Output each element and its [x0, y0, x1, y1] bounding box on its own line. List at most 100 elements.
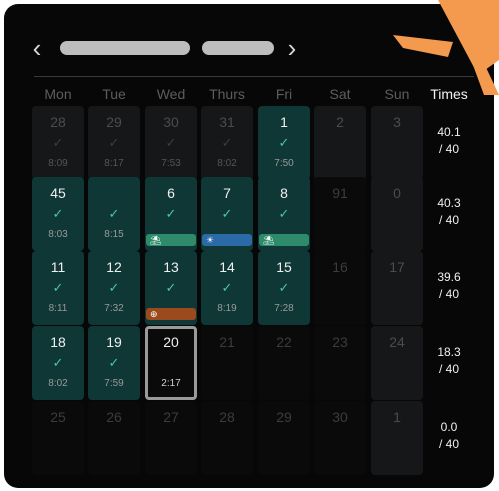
check-icon: ✓ — [221, 135, 233, 150]
day-cell[interactable]: 28 — [201, 401, 253, 475]
day-cell[interactable]: 30 ✓ 7:53 — [145, 106, 197, 180]
day-cell[interactable]: 25 — [32, 401, 84, 475]
worked-time: 8:19 — [217, 303, 237, 314]
worked-time: 7:59 — [104, 378, 124, 389]
day-cell[interactable]: 15 ✓ 7:28 — [258, 251, 310, 325]
day-cell[interactable]: 13 ✓ ⊕ — [145, 251, 197, 325]
day-cell[interactable]: 31 ✓ 8:02 — [201, 106, 253, 180]
day-number: 8 — [280, 185, 288, 201]
day-cell[interactable]: 21 — [201, 326, 253, 400]
day-cell[interactable]: ✓ 8:15 — [88, 177, 140, 251]
week-total: 18.3/ 40 — [437, 345, 461, 376]
day-number: 3 — [393, 114, 401, 130]
day-cell[interactable]: 22 — [258, 326, 310, 400]
check-icon: ✓ — [165, 135, 177, 150]
day-number: 25 — [50, 409, 66, 425]
day-cell[interactable]: 6 ✓ ⛱ — [145, 177, 197, 251]
check-icon: ✓ — [278, 280, 290, 295]
beach-umbrella-icon[interactable]: ⛱ — [146, 234, 196, 246]
day-number: 22 — [276, 334, 292, 350]
day-number: 28 — [50, 114, 66, 130]
day-number: 23 — [332, 334, 348, 350]
worked-time: 7:32 — [104, 303, 124, 314]
day-cell[interactable]: 19 ✓ 7:59 — [88, 326, 140, 400]
worked-time: 2:17 — [161, 378, 181, 389]
day-cell[interactable]: 29 — [258, 401, 310, 475]
beach-umbrella-icon[interactable]: ⛱ — [259, 234, 309, 246]
day-cell[interactable]: 2 — [314, 106, 366, 180]
day-cell[interactable]: 29 ✓ 8:17 — [88, 106, 140, 180]
header-mon: Mon — [44, 86, 72, 102]
day-cell[interactable]: 91 — [314, 177, 366, 251]
week-total: 0.0/ 40 — [438, 420, 459, 451]
day-number: 0 — [393, 185, 401, 201]
chevron-left-icon[interactable]: ‹ — [30, 34, 44, 62]
week-total: 39.6/ 40 — [437, 270, 461, 301]
day-cell[interactable]: 12 ✓ 7:32 — [88, 251, 140, 325]
day-cell[interactable]: 45 ✓ 8:03 — [32, 177, 84, 251]
check-icon: ✓ — [108, 206, 120, 221]
day-cell[interactable]: 27 — [145, 401, 197, 475]
day-number: 20 — [163, 334, 179, 350]
day-number: 13 — [163, 259, 179, 275]
day-number: 2 — [336, 114, 344, 130]
chevron-right-icon[interactable]: › — [285, 34, 299, 62]
worked-time: 7:53 — [161, 158, 181, 169]
header-wed: Wed — [156, 86, 186, 102]
day-cell[interactable]: 16 — [314, 251, 366, 325]
header-fri: Fri — [275, 86, 293, 102]
day-number: 29 — [276, 409, 292, 425]
day-number: 29 — [106, 114, 122, 130]
day-number: 17 — [389, 259, 405, 275]
header-tue: Tue — [102, 86, 126, 102]
check-icon: ✓ — [108, 280, 120, 295]
day-cell[interactable]: 1 — [371, 401, 423, 475]
day-cell[interactable]: 1 ✓ 7:50 — [258, 106, 310, 180]
check-icon: ✓ — [52, 280, 64, 295]
day-cell[interactable]: 7 ✓ ☀ — [201, 177, 253, 251]
airplane-icon — [393, 0, 499, 95]
day-cell[interactable]: 0 — [371, 177, 423, 251]
worked-time: 7:50 — [274, 158, 294, 169]
week-total: 40.3/ 40 — [437, 196, 461, 227]
check-icon: ✓ — [108, 135, 120, 150]
check-icon: ✓ — [52, 135, 64, 150]
day-cell[interactable]: 3 — [371, 106, 423, 180]
day-cell[interactable]: 11 ✓ 8:11 — [32, 251, 84, 325]
day-number: 19 — [106, 334, 122, 350]
week-total: 40.1/ 40 — [437, 125, 461, 156]
day-number: 31 — [219, 114, 235, 130]
worked-time: 8:02 — [48, 378, 68, 389]
day-cell[interactable]: 17 — [371, 251, 423, 325]
check-icon: ✓ — [221, 280, 233, 295]
day-cell[interactable]: 14 ✓ 8:19 — [201, 251, 253, 325]
sun-icon[interactable]: ☀ — [202, 234, 252, 246]
worked-time: 8:17 — [104, 158, 124, 169]
check-icon: ✓ — [278, 135, 290, 150]
day-number: 30 — [163, 114, 179, 130]
plus-circle-icon[interactable]: ⊕ — [146, 308, 196, 320]
day-cell[interactable]: 30 — [314, 401, 366, 475]
day-cell[interactable]: 20 2:17 — [145, 326, 197, 400]
day-cell[interactable]: 18 ✓ 8:02 — [32, 326, 84, 400]
day-number: 14 — [219, 259, 235, 275]
check-icon: ✓ — [52, 206, 64, 221]
day-number: 91 — [332, 185, 348, 201]
month-title-placeholder — [60, 41, 190, 55]
check-icon: ✓ — [52, 355, 64, 370]
day-number: 7 — [223, 185, 231, 201]
day-number: 1 — [393, 409, 401, 425]
day-number: 18 — [50, 334, 66, 350]
day-cell[interactable]: 23 — [314, 326, 366, 400]
day-cell[interactable]: 26 — [88, 401, 140, 475]
worked-time: 8:11 — [48, 303, 68, 314]
day-number: 30 — [332, 409, 348, 425]
day-number: 26 — [106, 409, 122, 425]
day-number: 1 — [280, 114, 288, 130]
day-number: 24 — [389, 334, 405, 350]
day-cell[interactable]: 24 — [371, 326, 423, 400]
day-cell[interactable]: 28 ✓ 8:09 — [32, 106, 84, 180]
day-cell[interactable]: 8 ✓ ⛱ — [258, 177, 310, 251]
check-icon: ✓ — [278, 206, 290, 221]
day-number: 28 — [219, 409, 235, 425]
